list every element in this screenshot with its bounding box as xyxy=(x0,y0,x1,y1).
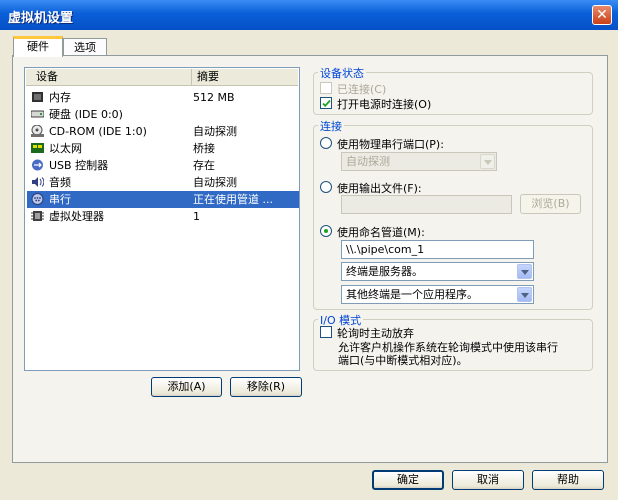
pipe-end-value: 终端是服务器。 xyxy=(346,265,423,278)
chevron-down-icon xyxy=(517,264,532,279)
title-bar: 虚拟机设置 ✕ xyxy=(0,0,618,30)
ok-label: 确定 xyxy=(397,473,419,486)
tab-hardware-label: 硬件 xyxy=(27,40,49,53)
processor-icon xyxy=(31,211,44,221)
device-summary: 自动探测 xyxy=(193,125,237,138)
device-row-audio[interactable]: 音频 自动探测 xyxy=(27,174,299,191)
other-end-value: 其他终端是一个应用程序。 xyxy=(346,288,478,301)
memory-icon xyxy=(32,92,43,102)
serial-port-icon xyxy=(31,193,44,205)
physical-port-label: 使用物理串行端口(P): xyxy=(337,138,444,151)
tab-options-label: 选项 xyxy=(74,41,96,54)
physical-port-radio[interactable] xyxy=(320,137,332,149)
device-name: 串行 xyxy=(49,193,71,206)
add-device-button[interactable]: 添加(A) xyxy=(151,377,222,397)
yield-on-poll-checkbox[interactable] xyxy=(320,326,332,338)
output-file-label: 使用输出文件(F): xyxy=(337,182,422,195)
device-row-hard-disk[interactable]: 硬盘 (IDE 0:0) xyxy=(27,106,299,123)
pipe-end-select[interactable]: 终端是服务器。 xyxy=(341,262,534,281)
device-name: 以太网 xyxy=(49,142,82,155)
ethernet-icon xyxy=(31,143,44,153)
pipe-name-value: \\.\pipe\com_1 xyxy=(346,243,425,256)
device-summary: 512 MB xyxy=(193,91,235,104)
device-row-memory[interactable]: 内存 512 MB xyxy=(27,89,299,106)
usb-icon xyxy=(32,159,43,171)
tab-hardware[interactable]: 硬件 xyxy=(13,36,63,57)
device-summary: 自动探测 xyxy=(193,176,237,189)
device-summary: 1 xyxy=(193,210,200,223)
pipe-name-input[interactable]: \\.\pipe\com_1 xyxy=(341,240,534,259)
cancel-button[interactable]: 取消 xyxy=(452,470,524,490)
named-pipe-label: 使用命名管道(M): xyxy=(337,226,425,239)
remove-device-label: 移除(R) xyxy=(246,380,286,393)
device-summary: 桥接 xyxy=(193,142,215,155)
close-button[interactable]: ✕ xyxy=(592,5,612,25)
named-pipe-radio[interactable] xyxy=(320,225,332,237)
radio-selected-dot xyxy=(324,229,328,233)
column-header-device[interactable]: 设备 xyxy=(26,69,192,86)
device-row-processor[interactable]: 虚拟处理器 1 xyxy=(27,208,299,225)
physical-port-select[interactable]: 自动探测 xyxy=(341,152,497,171)
device-summary: 存在 xyxy=(193,159,215,172)
column-header-summary[interactable]: 摘要 xyxy=(192,69,298,86)
window-title: 虚拟机设置 xyxy=(8,11,74,26)
device-name: CD-ROM (IDE 1:0) xyxy=(49,125,147,138)
checkmark-icon xyxy=(322,99,331,108)
physical-port-value: 自动探测 xyxy=(346,155,390,168)
connection-title: 连接 xyxy=(318,118,344,134)
ok-button[interactable]: 确定 xyxy=(372,470,444,490)
browse-label: 浏览(B) xyxy=(531,197,570,210)
add-device-label: 添加(A) xyxy=(167,380,206,393)
connected-label: 已连接(C) xyxy=(337,83,387,96)
device-name: 音频 xyxy=(49,176,71,189)
help-button[interactable]: 帮助 xyxy=(532,470,604,490)
io-mode-description-line-2: 端口(与中断模式相对应)。 xyxy=(338,354,468,367)
cancel-label: 取消 xyxy=(477,473,499,486)
connected-checkbox[interactable] xyxy=(320,82,332,94)
device-name: 虚拟处理器 xyxy=(49,210,104,223)
column-summary-label: 摘要 xyxy=(197,70,219,83)
device-name: 硬盘 (IDE 0:0) xyxy=(49,108,123,121)
close-icon: ✕ xyxy=(596,7,608,23)
chevron-down-icon xyxy=(480,154,495,169)
audio-icon xyxy=(32,177,44,187)
output-file-radio[interactable] xyxy=(320,181,332,193)
hard-disk-icon xyxy=(31,110,44,118)
connect-on-power-checkbox[interactable] xyxy=(320,97,332,109)
chevron-down-icon xyxy=(517,287,532,302)
device-summary: 正在使用管道 ... xyxy=(193,193,273,206)
device-row-usb[interactable]: USB 控制器 存在 xyxy=(27,157,299,174)
cdrom-icon xyxy=(31,125,44,137)
remove-device-button[interactable]: 移除(R) xyxy=(230,377,302,397)
device-status-title: 设备状态 xyxy=(318,65,366,81)
connect-on-power-label: 打开电源时连接(O) xyxy=(337,98,432,111)
output-file-input[interactable] xyxy=(341,195,512,214)
browse-button[interactable]: 浏览(B) xyxy=(520,194,581,214)
device-row-cdrom[interactable]: CD-ROM (IDE 1:0) 自动探测 xyxy=(27,123,299,140)
column-device-label: 设备 xyxy=(36,70,58,83)
device-row-serial[interactable]: 串行 正在使用管道 ... xyxy=(27,191,299,208)
other-end-select[interactable]: 其他终端是一个应用程序。 xyxy=(341,285,534,304)
help-label: 帮助 xyxy=(557,473,579,486)
device-name: USB 控制器 xyxy=(49,159,109,172)
device-row-ethernet[interactable]: 以太网 桥接 xyxy=(27,140,299,157)
device-name: 内存 xyxy=(49,91,71,104)
